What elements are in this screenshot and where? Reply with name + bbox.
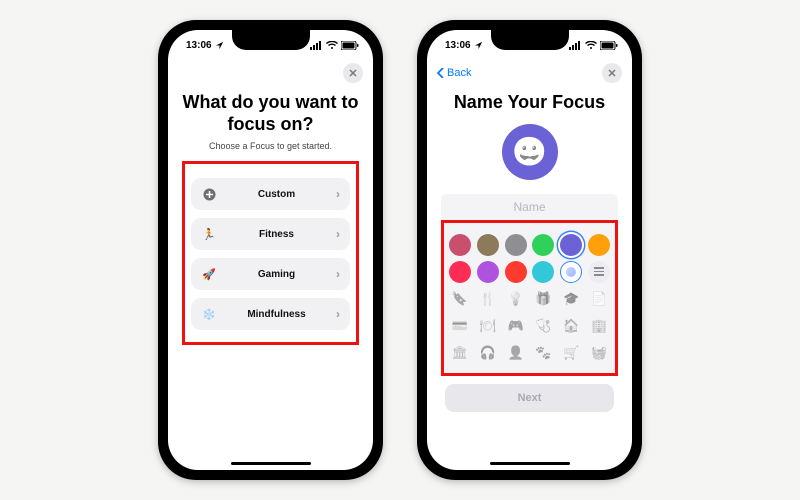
smile-face-icon: 😀 [512,135,547,168]
color-swatch[interactable] [505,261,527,283]
location-icon [215,41,224,50]
signal-icon [310,41,323,50]
screen-name-focus: 13:06 Back ✕ Name Your Focus 😀 Name [427,30,632,470]
glyph-row: 🔖 🍴 💡🎁 🎓 📄 [446,288,613,310]
title-line-2: focus on? [228,114,314,134]
notch [491,30,569,50]
chevron-right-icon: › [336,227,340,241]
focus-option-gaming[interactable]: 🚀 Gaming › [191,258,350,290]
bag-icon[interactable]: 🧺 [588,342,610,364]
option-label: Gaming [217,269,336,280]
plus-circle-icon [201,188,217,201]
color-swatch[interactable] [532,261,554,283]
document-icon[interactable]: 📄 [588,288,610,310]
chevron-right-icon: › [336,307,340,321]
content-area: Name Your Focus 😀 Name 🔖 🍴 💡🎁 🎓 📄 💳 🍽 🎮🩺 🏠 🏢 🏛 🎧 👤🐾 🛒… [427,86,632,470]
color-row-1 [446,234,613,256]
controller-icon[interactable]: 🎮 [505,315,527,337]
color-swatch[interactable] [477,261,499,283]
wifi-icon [585,41,597,50]
phone-right: 13:06 Back ✕ Name Your Focus 😀 Name [417,20,642,480]
title-line-1: What do you want to [183,92,359,112]
location-icon [474,41,483,50]
gift-icon[interactable]: 🎁 [532,288,554,310]
focus-badge[interactable]: 😀 [502,124,558,180]
back-label: Back [447,67,471,79]
status-time: 13:06 [186,40,212,51]
color-list-icon[interactable] [588,261,610,283]
signal-icon [569,41,582,50]
fork-knife-icon[interactable]: 🍽 [477,315,499,337]
color-swatch[interactable] [588,234,610,256]
name-input[interactable]: Name [441,194,618,220]
rocket-icon: 🚀 [201,268,217,281]
glyph-row: 💳 🍽 🎮🩺 🏠 🏢 [446,315,613,337]
back-button[interactable]: Back [437,67,471,79]
wifi-icon [326,41,338,50]
focus-option-fitness[interactable]: 🏃 Fitness › [191,218,350,250]
paw-icon[interactable]: 🐾 [532,342,554,364]
focus-option-custom[interactable]: Custom › [191,178,350,210]
stethoscope-icon[interactable]: 🩺 [532,315,554,337]
battery-icon [341,41,359,50]
color-swatch[interactable] [449,234,471,256]
home-indicator[interactable] [231,462,311,466]
option-label: Fitness [217,229,336,240]
chevron-right-icon: › [336,187,340,201]
color-swatch[interactable] [532,234,554,256]
utensil-icon[interactable]: 🍴 [477,288,499,310]
notch [232,30,310,50]
chevron-right-icon: › [336,267,340,281]
screen-focus-picker: 13:06 ✕ What do you want to focus on? Ch… [168,30,373,470]
battery-icon [600,41,618,50]
color-glyph-picker-highlight: 🔖 🍴 💡🎁 🎓 📄 💳 🍽 🎮🩺 🏠 🏢 🏛 🎧 👤🐾 🛒 🧺 [441,220,618,376]
color-row-2 [446,261,613,283]
nav-bar: ✕ [168,60,373,86]
chevron-left-icon [437,68,445,78]
house-icon[interactable]: 🏠 [560,315,582,337]
option-label: Mindfulness [217,309,336,320]
headphones-icon[interactable]: 🎧 [477,342,499,364]
page-subtitle: Choose a Focus to get started. [182,141,359,151]
person-icon[interactable]: 👤 [505,342,527,364]
page-title: Name Your Focus [441,92,618,114]
color-custom-icon[interactable] [560,261,582,283]
snowflake-icon: ❄️ [201,308,217,321]
status-time: 13:06 [445,40,471,51]
color-swatch[interactable] [505,234,527,256]
focus-options-highlight: Custom ›🏃 Fitness ›🚀 Gaming ›❄️ Mindfuln… [182,161,359,345]
color-swatch[interactable] [449,261,471,283]
cart-icon[interactable]: 🛒 [560,342,582,364]
ribbon-icon[interactable]: 🔖 [449,288,471,310]
option-label: Custom [217,189,336,200]
close-button[interactable]: ✕ [602,63,622,83]
color-swatch[interactable] [477,234,499,256]
glyph-row: 🏛 🎧 👤🐾 🛒 🧺 [446,342,613,364]
runner-icon: 🏃 [201,228,217,241]
color-swatch[interactable] [560,234,582,256]
glyph-grid: 🔖 🍴 💡🎁 🎓 📄 💳 🍽 🎮🩺 🏠 🏢 🏛 🎧 👤🐾 🛒 🧺 [446,288,613,364]
building-icon[interactable]: 🏢 [588,315,610,337]
next-button[interactable]: Next [445,384,614,412]
phone-left: 13:06 ✕ What do you want to focus on? Ch… [158,20,383,480]
page-title: What do you want to focus on? [182,92,359,135]
bank-icon[interactable]: 🏛 [449,342,471,364]
focus-option-mindfulness[interactable]: ❄️ Mindfulness › [191,298,350,330]
nav-bar: Back ✕ [427,60,632,86]
content-area: What do you want to focus on? Choose a F… [168,86,373,470]
home-indicator[interactable] [490,462,570,466]
card-icon[interactable]: 💳 [449,315,471,337]
graduation-icon[interactable]: 🎓 [560,288,582,310]
close-button[interactable]: ✕ [343,63,363,83]
lightbulb-icon[interactable]: 💡 [505,288,527,310]
